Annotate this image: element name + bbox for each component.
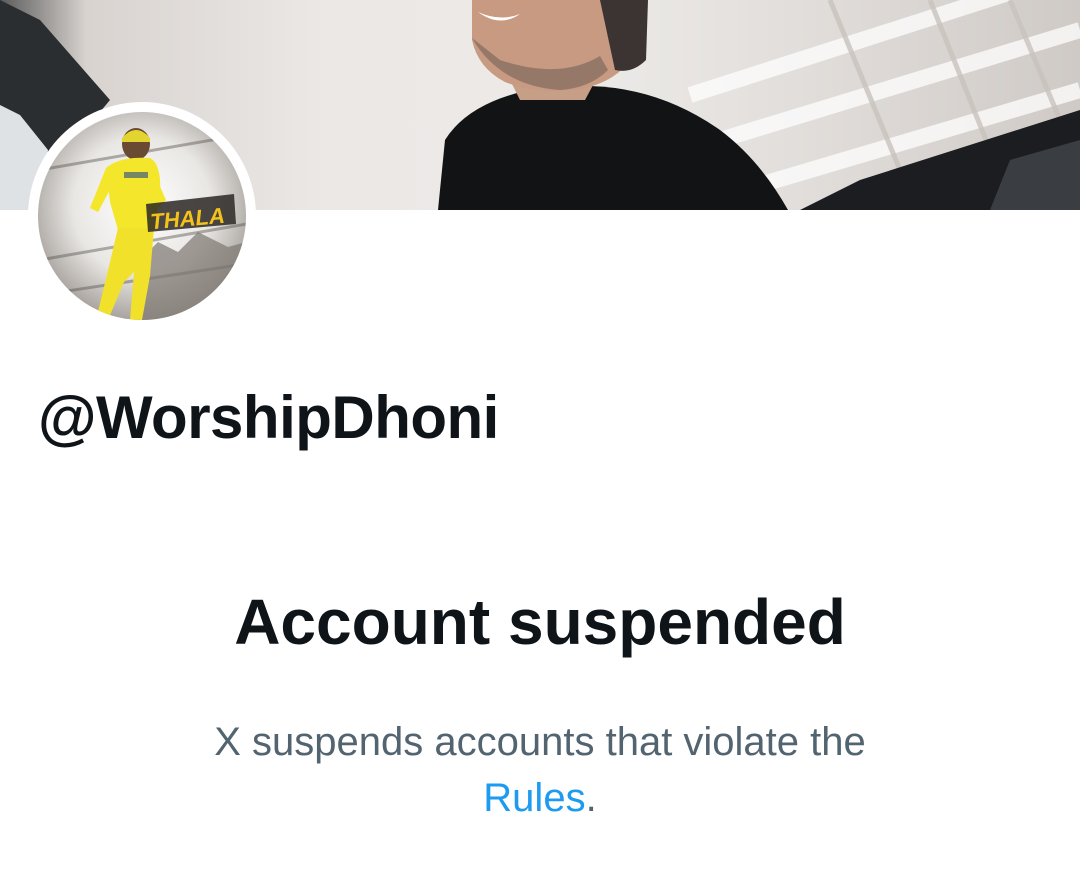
rules-link[interactable]: Rules	[483, 776, 585, 820]
suspension-title: Account suspended	[234, 586, 846, 658]
avatar-image: THALA	[38, 112, 246, 320]
message-period: .	[585, 776, 597, 820]
avatar-photo: THALA	[38, 112, 246, 320]
profile-handle: @WorshipDhoni	[38, 384, 499, 451]
suspension-message-text: X suspends accounts that violate the	[214, 720, 866, 764]
profile-avatar[interactable]: THALA	[28, 102, 256, 330]
suspension-message: X suspends accounts that violate the Rule…	[140, 714, 940, 826]
